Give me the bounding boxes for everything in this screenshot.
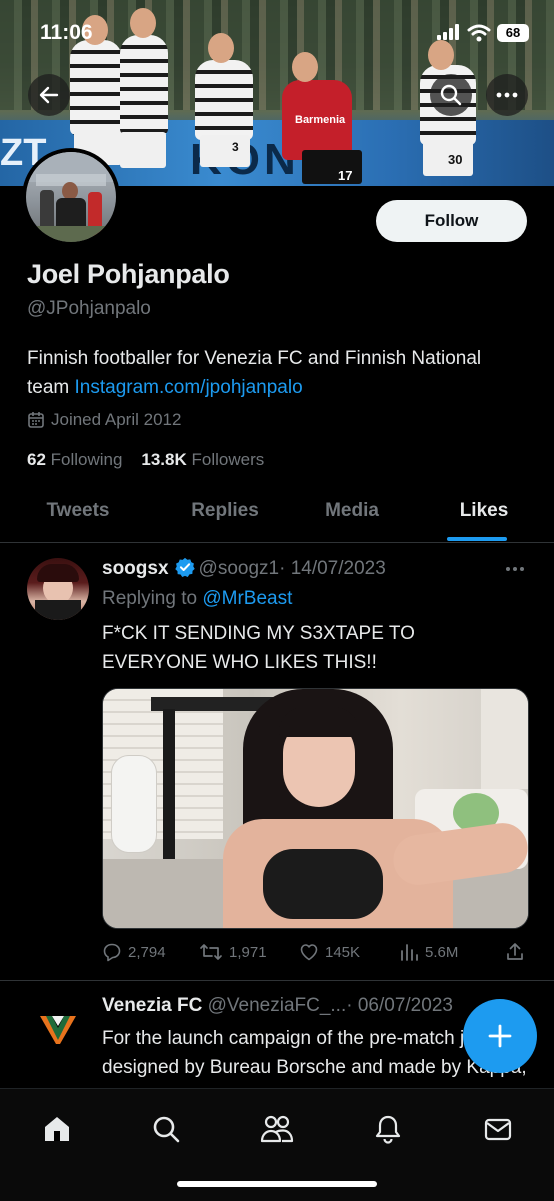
nav-messages[interactable] [478,1109,518,1149]
heart-icon [300,944,318,961]
bell-icon [375,1115,401,1144]
nav-communities[interactable] [257,1109,297,1149]
profile-bio: Finnish footballer for Venezia FC and Fi… [27,344,527,402]
media-shelf [481,689,528,789]
banner-jersey-number: 3 [232,140,239,154]
banner-player-head [428,40,454,70]
profile-avatar[interactable] [22,148,120,246]
joined-date: Joined April 2012 [27,410,181,430]
media-heater [111,755,157,853]
follow-button[interactable]: Follow [376,200,527,242]
reply-count: 2,794 [128,943,166,961]
tweet-author-handle: @VeneziaFC_... [207,995,347,1016]
battery-icon: 68 [497,24,529,42]
avatar [26,152,116,242]
tweet-divider [0,980,554,981]
following-label: Following [50,450,123,469]
tweet-author-handle: @soogz1 [198,558,280,579]
status-time: 11:06 [40,21,93,44]
wifi-icon [467,24,491,42]
profile-tabs: Tweets Replies Media Likes [0,490,554,543]
following-link[interactable]: 62 Following [27,450,122,469]
nav-home[interactable] [37,1109,77,1149]
bio-link[interactable]: Instagram.com/jpohjanpalo [75,377,303,398]
venezia-lion-logo [40,1016,76,1044]
views-icon [401,944,418,961]
retweet-button[interactable]: 1,971 [199,942,267,962]
cellular-signal-icon [437,24,459,40]
home-indicator [177,1181,377,1187]
calendar-icon [28,412,44,428]
replying-prefix: Replying to [102,588,198,609]
views-button[interactable]: 5.6M [399,942,458,962]
tweet-author-name[interactable]: soogsx [102,558,169,579]
more-icon [496,92,518,98]
more-options-button[interactable] [486,74,528,116]
banner-player-shorts [302,150,362,184]
media-person-bangs [279,707,359,737]
arrow-left-icon [39,86,59,104]
banner-player-head [292,52,318,82]
profile-name: Joel Pohjanpalo [27,259,230,289]
search-icon [440,84,462,106]
media-person-top [263,849,383,919]
tweet-author-name[interactable]: Venezia FC [102,995,202,1016]
tweet-media-image[interactable] [102,688,529,929]
tweet-header: Venezia FC @VeneziaFC_...· 06/07/2023 [102,995,453,1017]
share-icon [507,943,523,960]
followers-label: Followers [191,450,265,469]
tweet-header: soogsx @soogz1· 14/07/2023 [102,557,386,580]
banner-player [120,35,168,135]
follow-stats: 62 Following 13.8K Followers [27,450,264,470]
tweet-actions: 2,794 1,971 145K 5.6M [0,942,554,962]
tab-tweets[interactable]: Tweets [18,490,138,542]
nav-search[interactable] [146,1109,186,1149]
back-button[interactable] [28,74,70,116]
like-button[interactable]: 145K [299,942,360,962]
replying-to-handle[interactable]: @MrBeast [202,588,292,609]
verified-badge-icon [174,557,195,577]
tweet-date: · 14/07/2023 [279,558,386,579]
profile-handle: @JPohjanpalo [27,298,151,319]
banner-player-head [208,33,234,63]
banner-player-shorts [200,135,250,167]
search-icon [153,1116,180,1143]
views-count: 5.6M [425,943,459,961]
joined-text: Joined April 2012 [51,410,182,429]
tab-replies[interactable]: Replies [165,490,285,542]
reply-button[interactable]: 2,794 [102,942,166,962]
envelope-icon [484,1118,512,1141]
banner-player [195,60,253,140]
following-count: 62 [27,450,46,469]
followers-link[interactable]: 13.8K Followers [141,450,264,469]
like-count: 145K [325,943,361,961]
search-button[interactable] [430,74,472,116]
tweet-more-icon[interactable] [505,566,525,572]
tweet-avatar[interactable] [27,558,89,620]
banner-player-head [130,8,156,38]
banner-player-shorts [120,132,166,168]
tweet-text: F*CK IT SENDING MY S3XTAPE TO EVERYONE W… [102,623,415,673]
retweet-count: 1,971 [229,943,267,961]
banner-player [70,40,122,135]
nav-notifications[interactable] [368,1109,408,1149]
communities-icon [260,1115,294,1143]
reply-icon [103,943,121,962]
banner-jersey-number: 17 [338,168,353,183]
followers-count: 13.8K [141,450,187,469]
compose-tweet-button[interactable] [463,999,537,1073]
banner-sponsor-text: Barmenia [295,114,346,126]
tweet-date: · 06/07/2023 [346,995,453,1016]
media-desk-leg [163,709,175,859]
tab-media[interactable]: Media [292,490,412,542]
venezia-logo-avatar[interactable] [36,1010,80,1046]
share-button[interactable] [505,942,525,962]
tab-likes[interactable]: Likes [424,490,544,542]
replying-to: Replying to @MrBeast [102,588,292,610]
banner-jersey-number: 30 [448,152,463,167]
active-tab-indicator [447,537,507,541]
retweet-icon [200,944,222,960]
home-icon [45,1117,69,1141]
plus-icon [488,1024,512,1048]
